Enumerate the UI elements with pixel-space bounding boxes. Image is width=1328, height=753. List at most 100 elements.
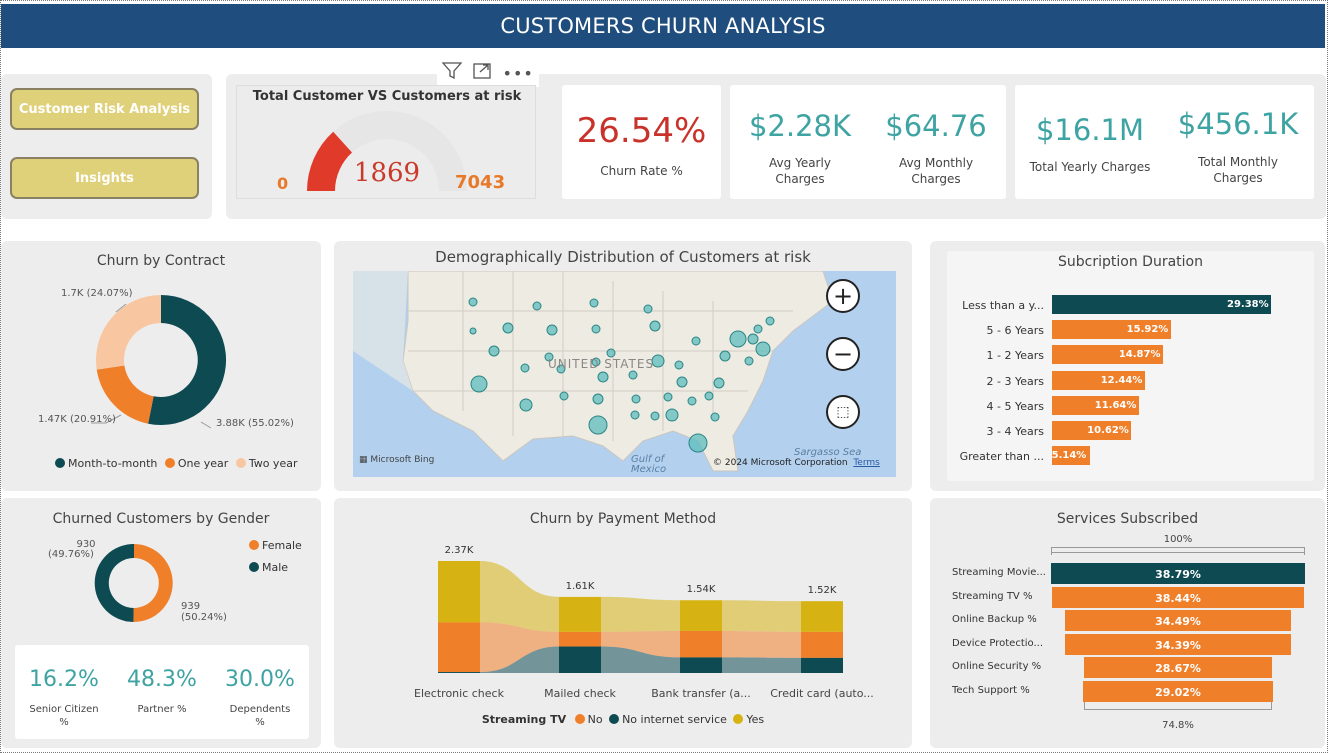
focus-mode-icon[interactable]: [472, 62, 492, 84]
legend-month-dot: [55, 458, 65, 468]
terms-link[interactable]: Terms: [853, 458, 880, 468]
payment-ribbon: [722, 630, 801, 658]
payment-bar-segment[interactable]: [559, 631, 601, 647]
filter-icon[interactable]: [441, 62, 463, 84]
duration-bar-value: 15.92%: [1126, 324, 1169, 336]
payment-ribbon: [601, 596, 680, 632]
duration-bar-label: 2 - 3 Years: [986, 374, 1044, 388]
duration-bar-label: Greater than ...: [959, 450, 1044, 464]
gender-slice-male: [94, 543, 134, 622]
payment-total-label: 1.52K: [808, 585, 837, 596]
female-label-count: 939: [181, 601, 201, 612]
payment-ribbon: [722, 657, 801, 673]
avg-yearly-label-1: Avg Yearly: [769, 156, 831, 170]
payment-bar-segment[interactable]: [801, 631, 843, 658]
male-label-pct: (49.76%): [48, 549, 94, 560]
zoom-in-button[interactable]: +: [826, 279, 860, 313]
avg-monthly-value: $64.76: [885, 109, 987, 143]
gender-title: Churned Customers by Gender: [52, 511, 270, 527]
duration-bar-label: 4 - 5 Years: [986, 399, 1044, 413]
payment-category-label: Bank transfer (a...: [651, 687, 751, 700]
legend-female-dot: [249, 540, 259, 550]
payment-bar-segment[interactable]: [801, 657, 843, 673]
page-title: CUSTOMERS CHURN ANALYSIS: [1, 4, 1325, 48]
duration-panel: Subcription Duration Less than a y... 29.…: [930, 241, 1325, 491]
gauge-title: Total Customer VS Customers at risk: [252, 89, 522, 104]
senior-citizen-value: 16.2%: [29, 667, 99, 692]
legend-female-label: Female: [262, 539, 302, 552]
service-bar-label: Online Backup %: [952, 614, 1037, 625]
service-bar-label: Online Security %: [952, 661, 1042, 672]
gender-slice-female: [133, 544, 173, 623]
payment-bar-segment[interactable]: [680, 657, 722, 673]
map-copyright: © 2024 Microsoft Corporation Terms: [713, 458, 880, 468]
legend-yes-dot: [733, 714, 744, 724]
contract-title: Churn by Contract: [96, 253, 226, 269]
insights-button[interactable]: Insights: [10, 157, 199, 199]
legend-no-internet-dot: [609, 714, 620, 724]
dependents-value: 30.0%: [225, 667, 295, 692]
zoom-out-button[interactable]: −: [826, 337, 860, 371]
service-bar-label: Streaming Movie...: [952, 567, 1046, 578]
dependents-label-1: Dependents: [229, 704, 291, 715]
contract-slice-two-year: [95, 295, 161, 370]
service-bar-value: 34.39%: [1155, 638, 1201, 652]
payment-bar-segment[interactable]: [438, 672, 480, 673]
service-bar-label: Streaming TV %: [952, 590, 1033, 602]
services-bottom-bracket: [1084, 702, 1272, 710]
legend-no-label: No: [587, 713, 603, 726]
contract-legend: Month-to-month One year Two year: [55, 457, 297, 470]
services-bottom-label: 74.8%: [1162, 720, 1194, 731]
map-canvas[interactable]: UNITED STATES Gulf of Mexico Sargasso Se…: [353, 271, 896, 477]
contract-panel: Churn by Contract 1.7K (24.07%) 1.47K (2…: [1, 241, 321, 491]
payment-bar-segment[interactable]: [438, 622, 480, 673]
partner-label: Partner %: [137, 704, 187, 715]
legend-no-internet-label: No internet service: [622, 713, 727, 726]
service-bar-value: 38.44%: [1155, 591, 1201, 605]
payment-bar-segment[interactable]: [559, 596, 601, 632]
avg-charges-card: $2.28K Avg Yearly Charges $64.76 Avg Mon…: [730, 85, 1006, 199]
customer-risk-analysis-button[interactable]: Customer Risk Analysis: [10, 88, 199, 130]
gender-panel: Churned Customers by Gender 930 (49.76%)…: [1, 498, 321, 748]
duration-bar-label: Less than a y...: [962, 299, 1044, 312]
duration-bar-value: 12.44%: [1100, 374, 1143, 386]
service-bar-value: 38.79%: [1155, 568, 1201, 581]
payment-panel: Churn by Payment Method 2.37K Electronic …: [334, 498, 912, 748]
avg-monthly-label-2: Charges: [911, 172, 961, 186]
payment-bar-segment[interactable]: [559, 646, 601, 673]
payment-bar-segment[interactable]: [801, 601, 843, 632]
map-sea-label: Sargasso Sea: [794, 447, 862, 458]
partner-value: 48.3%: [127, 667, 197, 692]
payment-category-label: Mailed check: [544, 687, 616, 700]
services-panel: Services Subscribed 100% Streaming Movie…: [930, 498, 1325, 748]
select-area-button[interactable]: ⬚: [826, 395, 860, 429]
churn-rate-card: 26.54% Churn Rate %: [562, 85, 721, 199]
duration-bar-label: 3 - 4 Years: [986, 425, 1044, 438]
avg-yearly-label-2: Charges: [775, 172, 825, 186]
legend-male-label: Male: [262, 561, 289, 574]
payment-total-label: 2.37K: [445, 545, 474, 556]
legend-no-dot: [574, 714, 585, 724]
payment-bar-segment[interactable]: [438, 561, 480, 623]
demographic-kpi-card: 16.2% Senior Citizen % 48.3% Partner % 3…: [15, 645, 309, 739]
legend-male: Male: [249, 561, 288, 574]
more-options-icon[interactable]: •••: [503, 64, 534, 83]
churn-rate-label: Churn Rate %: [600, 164, 683, 178]
payment-bar-segment[interactable]: [680, 600, 722, 631]
payment-bar-segment[interactable]: [680, 630, 722, 658]
service-bar-value: 29.02%: [1155, 685, 1201, 699]
service-bar-label: Device Protectio...: [952, 637, 1043, 649]
service-bar-value: 34.49%: [1155, 615, 1201, 628]
avg-yearly-value: $2.28K: [748, 109, 852, 143]
legend-month-label: Month-to-month: [68, 457, 158, 470]
bing-logo: ▦ Microsoft Bing: [359, 455, 435, 465]
total-yearly-value: $16.1M: [1035, 113, 1145, 147]
gauge-card: Total Customer VS Customers at risk 0 18…: [236, 85, 536, 199]
copyright-text: © 2024 Microsoft Corporation: [713, 458, 848, 468]
map-country-label: UNITED STATES: [548, 357, 655, 371]
legend-one-year-dot: [164, 458, 175, 468]
payment-chart: 2.37K Electronic check 1.61K Mailed check 1.…: [414, 545, 874, 700]
bing-label: Microsoft Bing: [370, 455, 435, 465]
legend-yes-label: Yes: [746, 713, 765, 726]
payment-legend: Streaming TV No No internet service Yes: [334, 713, 912, 726]
